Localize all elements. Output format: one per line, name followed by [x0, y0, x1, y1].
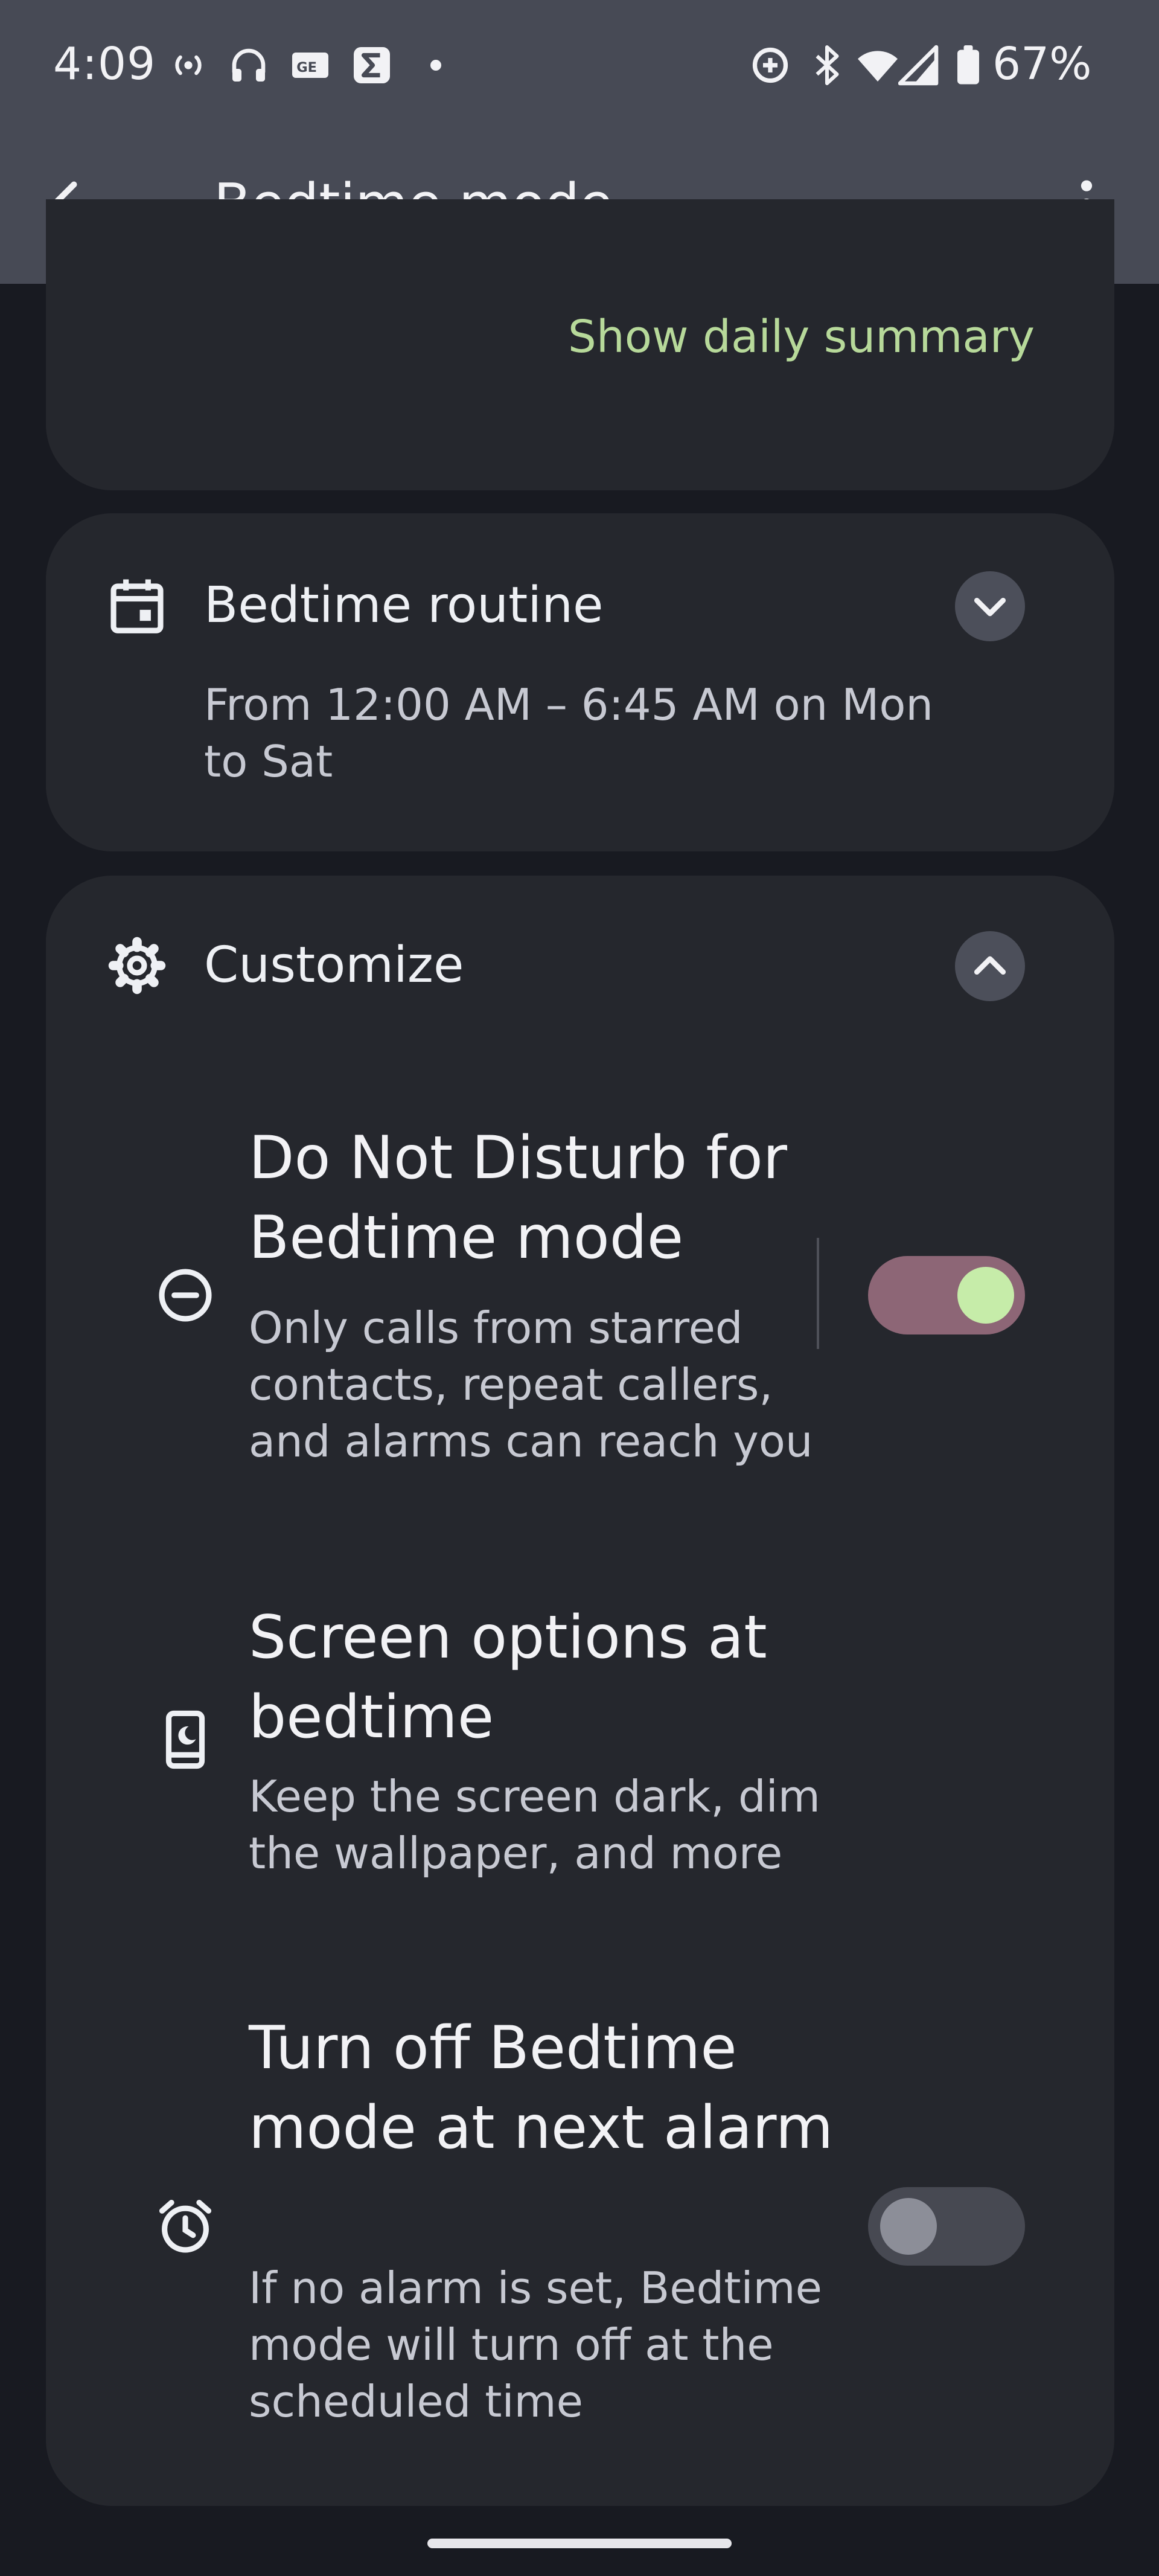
collapse-customize-button[interactable] [955, 931, 1025, 1001]
customize-title: Customize [204, 937, 464, 994]
toggle-knob [880, 2198, 937, 2255]
chevron-up-icon [974, 956, 1006, 975]
expand-routine-button[interactable] [955, 571, 1025, 641]
setting-title: Screen options at bedtime [249, 1603, 767, 1752]
setting-title: Do Not Disturb for Bedtime mode [249, 1124, 788, 1272]
daily-summary-card: Show daily summary [46, 199, 1114, 490]
phone-bedtime-icon [165, 1710, 205, 1769]
bluetooth-icon [816, 45, 839, 85]
alarm-icon [159, 2200, 212, 2253]
setting-description: Keep the screen dark, dim the wallpaper,… [249, 1771, 820, 1879]
setting-description: If no alarm is set, Bedtime mode will tu… [249, 2263, 822, 2427]
calendar-icon [110, 579, 164, 633]
data-saver-icon [752, 47, 788, 83]
status-bar: 4:09 GE 67% [0, 0, 1159, 127]
show-daily-summary-link[interactable]: Show daily summary [568, 307, 1035, 367]
svg-text:GE: GE [296, 60, 317, 75]
sigma-app-icon [354, 47, 390, 83]
wifi-icon [858, 51, 898, 82]
toggle-knob [957, 1267, 1014, 1324]
cellular-signal-icon [898, 45, 939, 86]
news-app-icon: GE [292, 53, 328, 78]
status-time: 4:09 [53, 38, 156, 90]
hotspot-icon [175, 55, 202, 75]
setting-description: Only calls from starred contacts, repeat… [249, 1302, 813, 1467]
battery-percentage: 67% [992, 38, 1092, 90]
gesture-navigation-handle[interactable] [427, 2539, 732, 2548]
turn-off-at-alarm-toggle[interactable] [868, 2187, 1025, 2266]
bedtime-routine-schedule: From 12:00 AM – 6:45 AM on Mon to Sat [204, 679, 934, 787]
do-not-disturb-icon [159, 1269, 212, 1322]
bedtime-routine-card[interactable]: Bedtime routine From 12:00 AM – 6:45 AM … [46, 513, 1114, 851]
dnd-toggle[interactable] [868, 1256, 1025, 1334]
headphones-icon [232, 48, 266, 82]
bedtime-routine-title: Bedtime routine [204, 577, 604, 634]
gear-icon [108, 937, 166, 995]
dot-icon [430, 60, 441, 71]
customize-card: Customize Do Not Disturb for Bedtime mod… [46, 876, 1114, 2506]
divider [817, 1238, 819, 1349]
chevron-down-icon [974, 597, 1006, 617]
setting-title: Turn off Bedtime mode at next alarm [249, 2014, 834, 2162]
battery-icon [957, 45, 979, 85]
